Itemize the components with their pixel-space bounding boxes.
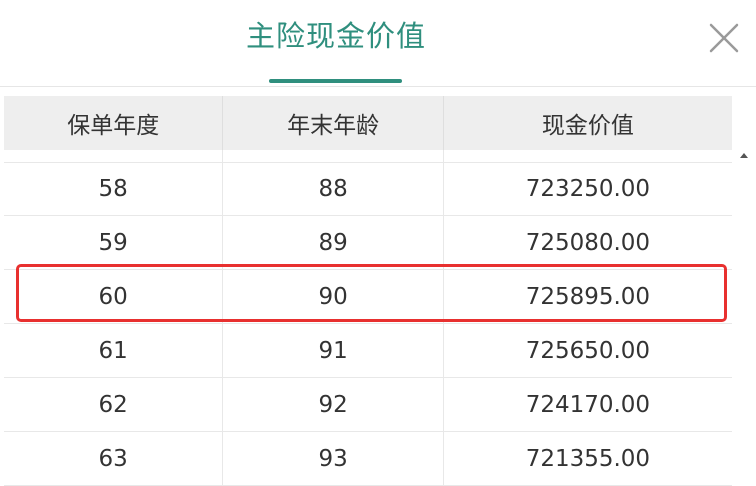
cell-cash-value: 721355.00 bbox=[525, 445, 651, 472]
active-tab-indicator bbox=[269, 79, 402, 83]
cell-policy-year: 63 bbox=[4, 432, 224, 485]
column-header-cash-value: 现金价值 bbox=[541, 113, 634, 139]
cell-cash-value: 724170.00 bbox=[525, 391, 651, 418]
scroll-up-arrow-icon[interactable] bbox=[740, 153, 748, 158]
table-row[interactable]: 59 89 725080.00 bbox=[4, 216, 732, 270]
cell-policy-year: 58 bbox=[4, 162, 224, 215]
column-header-year-end-age: 年末年龄 bbox=[223, 96, 444, 150]
cell-year-end-age: 93 bbox=[223, 432, 444, 485]
table-row[interactable]: 58 88 723250.00 bbox=[4, 162, 732, 216]
vertical-scrollbar[interactable] bbox=[734, 150, 754, 480]
cell-cash-value: 725080.00 bbox=[525, 229, 651, 256]
cell-policy-year: 59 bbox=[4, 216, 224, 269]
cell-cash-value: 723250.00 bbox=[525, 175, 651, 202]
table-row-highlighted[interactable]: 60 90 725895.00 bbox=[4, 270, 732, 324]
cell-policy-year: 60 bbox=[4, 270, 224, 323]
column-header-policy-year: 保单年度 bbox=[4, 96, 224, 150]
close-button[interactable] bbox=[706, 20, 742, 56]
cell-year-end-age: 90 bbox=[223, 270, 444, 323]
table-body[interactable]: 58 88 723250.00 59 89 725080.00 60 90 72… bbox=[4, 162, 732, 486]
dialog-header: 主险现金价值 bbox=[0, 0, 756, 87]
close-icon bbox=[709, 23, 739, 53]
cell-policy-year: 61 bbox=[4, 324, 224, 377]
table-row[interactable]: 61 91 725650.00 bbox=[4, 324, 732, 378]
table-row[interactable]: 63 93 721355.00 bbox=[4, 432, 732, 486]
table-row[interactable]: 62 92 724170.00 bbox=[4, 378, 732, 432]
cell-cash-value: 725895.00 bbox=[525, 283, 651, 310]
cell-year-end-age: 89 bbox=[223, 216, 444, 269]
cell-policy-year: 62 bbox=[4, 378, 224, 431]
cell-year-end-age: 92 bbox=[223, 378, 444, 431]
tab-main-insurance-cash-value[interactable]: 主险现金价值 bbox=[236, 16, 436, 56]
cell-cash-value: 725650.00 bbox=[525, 337, 651, 364]
cell-year-end-age: 88 bbox=[223, 162, 444, 215]
cash-value-table: 保单年度 年末年龄 现金价值 58 88 723250.00 59 89 725… bbox=[4, 96, 732, 486]
table-header: 保单年度 年末年龄 现金价值 bbox=[4, 96, 732, 150]
cell-year-end-age: 91 bbox=[223, 324, 444, 377]
